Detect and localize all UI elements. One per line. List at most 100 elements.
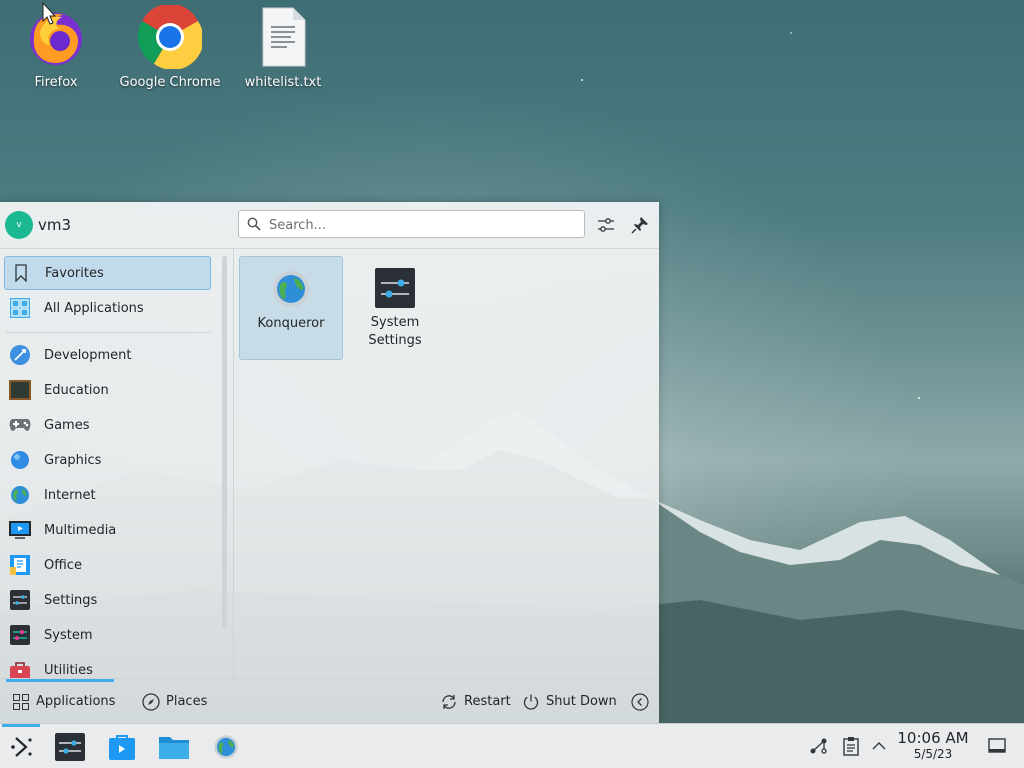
application-launcher-button[interactable]: [5, 730, 39, 764]
app-tile-label: Konqueror: [257, 316, 325, 331]
compass-icon: [142, 692, 160, 711]
panel-divider: [233, 249, 234, 679]
desktop-icon-label: Firefox: [34, 75, 78, 90]
desktop-icon-chrome[interactable]: Google Chrome: [115, 4, 225, 90]
discover-icon: [109, 735, 135, 760]
sidebar-item-favorites[interactable]: Favorites: [4, 256, 211, 290]
sidebar-item-label: Utilities: [44, 662, 93, 678]
task-konqueror[interactable]: [209, 730, 243, 764]
sidebar-scrollbar[interactable]: [222, 256, 227, 628]
username: vm3: [38, 216, 72, 234]
system-icon: [9, 624, 31, 646]
taskbar: 10:06 AM 5/5/23: [0, 723, 1024, 768]
digital-clock[interactable]: 10:06 AM 5/5/23: [894, 729, 972, 761]
network-tray-button[interactable]: [809, 736, 829, 756]
task-file-manager[interactable]: [157, 730, 191, 764]
education-icon: [9, 379, 31, 401]
sidebar-item-label: All Applications: [44, 300, 144, 316]
tray-expand-button[interactable]: [869, 736, 889, 756]
star: [790, 32, 792, 34]
system-settings-icon: [373, 266, 417, 310]
tab-label: Places: [166, 694, 208, 709]
launcher-active-indicator: [2, 724, 40, 727]
configure-button[interactable]: [594, 213, 618, 237]
task-system-settings[interactable]: [53, 730, 87, 764]
pin-button[interactable]: [628, 213, 652, 237]
pin-icon: [631, 217, 648, 234]
sidebar-item-label: System: [44, 627, 93, 643]
kde-launcher-icon: [11, 737, 32, 757]
sidebar-item-label: Internet: [44, 487, 96, 503]
launcher-footer: Applications Places Restart Shut Down: [0, 678, 659, 724]
sidebar-item-label: Favorites: [45, 265, 104, 281]
sidebar-item-system[interactable]: System: [4, 618, 211, 652]
category-sidebar: Favorites All Applications Development E…: [0, 249, 216, 679]
sidebar-item-education[interactable]: Education: [4, 373, 211, 407]
settings-icon: [9, 589, 31, 611]
avatar[interactable]: v: [5, 211, 33, 239]
restart-icon: [440, 693, 458, 711]
application-launcher: v vm3 Favorit: [0, 202, 659, 723]
sidebar-item-graphics[interactable]: Graphics: [4, 443, 211, 477]
search-box[interactable]: [238, 210, 585, 238]
sidebar-item-internet[interactable]: Internet: [4, 478, 211, 512]
sidebar-item-label: Settings: [44, 592, 98, 608]
sidebar-divider: [6, 332, 211, 333]
clipboard-icon: [843, 737, 859, 756]
mouse-cursor-icon: [42, 2, 56, 25]
network-icon: [810, 738, 827, 754]
power-icon: [522, 693, 540, 711]
configure-icon: [598, 218, 614, 232]
graphics-icon: [9, 449, 31, 471]
sidebar-item-label: Development: [44, 347, 132, 363]
text-file-icon: [250, 4, 316, 70]
more-actions-button[interactable]: [631, 679, 655, 724]
show-desktop-icon: [988, 738, 1006, 753]
sidebar-item-utilities[interactable]: Utilities: [4, 653, 211, 679]
star: [918, 397, 920, 399]
system-settings-icon: [55, 733, 85, 761]
gamepad-icon: [9, 414, 31, 436]
firefox-icon: [23, 4, 89, 70]
applications-grid-icon: [12, 693, 30, 711]
sidebar-item-all-applications[interactable]: All Applications: [4, 291, 211, 325]
desktop-icon-whitelist[interactable]: whitelist.txt: [228, 4, 338, 90]
sidebar-item-games[interactable]: Games: [4, 408, 211, 442]
grid-icon: [9, 297, 31, 319]
sidebar-item-label: Office: [44, 557, 82, 573]
desktop-icon-firefox[interactable]: Firefox: [1, 4, 111, 90]
show-desktop-button[interactable]: [987, 736, 1007, 756]
bookmark-icon: [10, 262, 32, 284]
office-icon: [9, 554, 31, 576]
chevron-up-icon: [872, 742, 886, 750]
sidebar-item-settings[interactable]: Settings: [4, 583, 211, 617]
development-icon: [9, 344, 31, 366]
chevron-left-icon: [631, 692, 649, 711]
sidebar-item-office[interactable]: Office: [4, 548, 211, 582]
task-discover[interactable]: [105, 730, 139, 764]
tab-applications[interactable]: Applications: [12, 679, 115, 724]
favorite-system-settings[interactable]: System Settings: [343, 256, 447, 360]
globe-icon: [9, 484, 31, 506]
app-tile-label: System: [370, 315, 420, 330]
favorite-konqueror[interactable]: Konqueror: [239, 256, 343, 360]
multimedia-icon: [9, 519, 31, 541]
clipboard-tray-button[interactable]: [841, 736, 861, 756]
desktop-icon-label: whitelist.txt: [244, 75, 322, 90]
restart-button[interactable]: Restart: [440, 679, 511, 724]
sidebar-item-multimedia[interactable]: Multimedia: [4, 513, 211, 547]
search-input[interactable]: [267, 214, 571, 236]
star: [581, 79, 583, 81]
shutdown-button[interactable]: Shut Down: [522, 679, 617, 724]
tab-label: Applications: [36, 694, 116, 709]
konqueror-icon: [214, 735, 238, 759]
sidebar-item-development[interactable]: Development: [4, 338, 211, 372]
desktop-icon-label: Google Chrome: [119, 75, 221, 90]
restart-label: Restart: [464, 694, 511, 709]
sidebar-item-label: Multimedia: [44, 522, 117, 538]
sidebar-item-label: Education: [44, 382, 109, 398]
chrome-icon: [137, 4, 203, 70]
konqueror-icon: [269, 267, 313, 311]
launcher-header: v vm3: [0, 202, 659, 249]
tab-places[interactable]: Places: [142, 679, 207, 724]
